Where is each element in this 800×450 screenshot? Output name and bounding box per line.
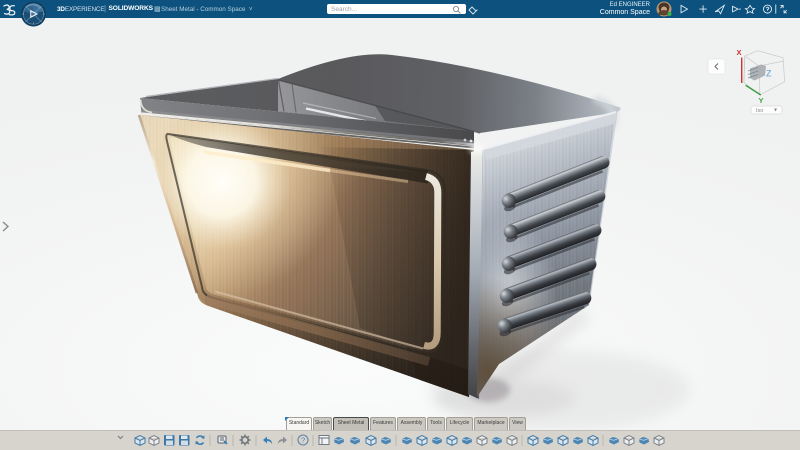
svg-text:Iso: Iso [756, 108, 763, 114]
svg-text:X: X [737, 48, 742, 57]
svg-text:Z: Z [766, 69, 772, 79]
svg-text:Y: Y [759, 96, 764, 105]
